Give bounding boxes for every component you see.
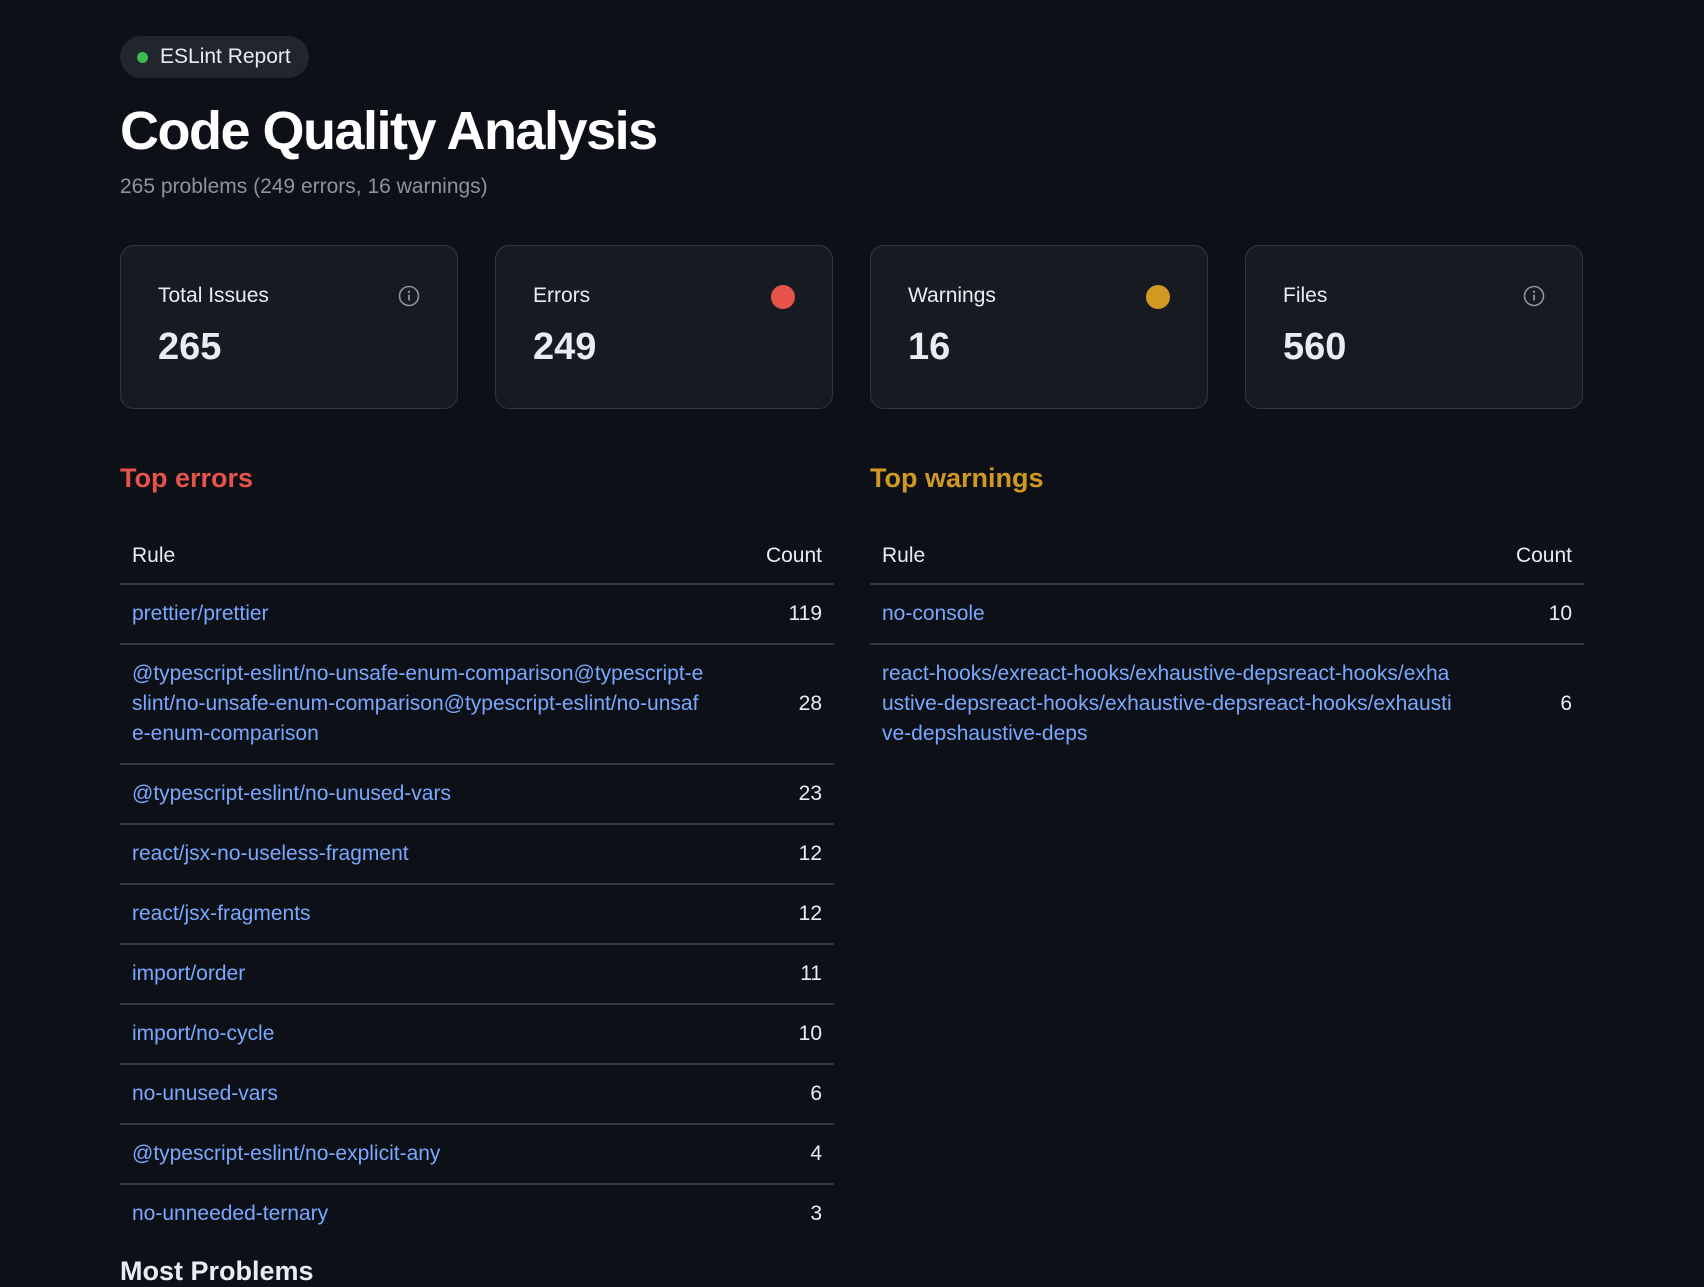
column-header-count: Count	[720, 525, 834, 586]
top-warnings-table: Rule Count no-console 10 react-hooks/exrea…	[870, 525, 1584, 763]
rule-link[interactable]: @typescript-eslint/no-unused-vars	[132, 782, 451, 805]
rule-cell: react/jsx-fragments	[120, 884, 720, 946]
rule-cell: @typescript-eslint/no-explicit-any	[120, 1124, 720, 1186]
rule-link[interactable]: import/order	[132, 962, 245, 985]
top-errors-section: Top errors Rule Count prettier/prettier 1…	[120, 463, 834, 1243]
rule-tables: Top errors Rule Count prettier/prettier 1…	[120, 463, 1584, 1243]
rule-link[interactable]: react-hooks/exreact-hooks/exhaustive-dep…	[882, 662, 1452, 745]
rule-link[interactable]: import/no-cycle	[132, 1022, 274, 1045]
rule-cell: import/no-cycle	[120, 1004, 720, 1066]
table-row: @typescript-eslint/no-explicit-any 4	[120, 1124, 834, 1186]
count-cell: 6	[720, 1064, 834, 1126]
count-cell: 11	[720, 944, 834, 1006]
rule-cell: no-unused-vars	[120, 1064, 720, 1126]
table-row: react/jsx-no-useless-fragment 12	[120, 824, 834, 886]
rule-cell: prettier/prettier	[120, 584, 720, 646]
card-value: 16	[908, 326, 951, 369]
card-label: Files	[1283, 284, 1328, 308]
rule-link[interactable]: prettier/prettier	[132, 602, 269, 625]
rule-cell: @typescript-eslint/no-unsafe-enum-compar…	[120, 644, 720, 766]
count-cell: 28	[720, 644, 834, 766]
column-header-rule: Rule	[870, 525, 1470, 586]
card-warnings: Warnings 16	[870, 245, 1208, 410]
card-label: Total Issues	[158, 284, 269, 308]
info-icon[interactable]	[398, 285, 420, 312]
report-badge-label: ESLint Report	[160, 45, 291, 68]
error-dot-icon	[771, 285, 795, 310]
table-row: react-hooks/exreact-hooks/exhaustive-dep…	[870, 644, 1584, 763]
card-errors: Errors 249	[495, 245, 833, 410]
rule-cell: react-hooks/exreact-hooks/exhaustive-dep…	[870, 644, 1470, 763]
top-warnings-section: Top warnings Rule Count no-console 10 reac…	[870, 463, 1584, 1243]
top-errors-title: Top errors	[120, 463, 254, 494]
summary-cards: Total Issues 265 Errors 249 Warnings 16	[120, 245, 1584, 410]
table-row: prettier/prettier 119	[120, 584, 834, 646]
table-row: import/no-cycle 10	[120, 1004, 834, 1066]
count-cell: 4	[720, 1124, 834, 1186]
count-cell: 119	[720, 584, 834, 646]
card-total-issues: Total Issues 265	[120, 245, 458, 410]
report-badge: ESLint Report	[120, 36, 309, 78]
count-cell: 10	[1470, 584, 1584, 646]
count-cell: 12	[720, 824, 834, 886]
report-container: ESLint Report Code Quality Analysis 265 …	[120, 36, 1584, 1243]
table-row: import/order 11	[120, 944, 834, 1006]
card-value: 560	[1283, 326, 1347, 369]
top-errors-table: Rule Count prettier/prettier 119 @typescri…	[120, 525, 834, 1243]
rule-cell: react/jsx-no-useless-fragment	[120, 824, 720, 886]
page-subtitle: 265 problems (249 errors, 16 warnings)	[120, 175, 488, 199]
card-files: Files 560	[1245, 245, 1583, 410]
card-label: Errors	[533, 284, 591, 308]
count-cell: 3	[810, 1202, 822, 1226]
rule-link[interactable]: react/jsx-fragments	[132, 902, 311, 925]
rule-link[interactable]: no-unused-vars	[132, 1082, 278, 1105]
table-header-row: Rule Count	[870, 525, 1584, 586]
count-cell: 12	[720, 884, 834, 946]
column-header-rule: Rule	[120, 525, 720, 586]
rule-link[interactable]: @typescript-eslint/no-unsafe-enum-compar…	[132, 662, 703, 745]
table-row: no-unneeded-ternary 3	[120, 1184, 834, 1243]
rule-link[interactable]: no-unneeded-ternary	[132, 1202, 328, 1225]
rule-link[interactable]: react/jsx-no-useless-fragment	[132, 842, 409, 865]
table-header-row: Rule Count	[120, 525, 834, 586]
page-title: Code Quality Analysis	[120, 101, 658, 161]
status-dot-icon	[137, 51, 148, 63]
table-row: react/jsx-fragments 12	[120, 884, 834, 946]
card-value: 265	[158, 326, 222, 369]
table-row: no-console 10	[870, 584, 1584, 646]
rule-cell: import/order	[120, 944, 720, 1006]
rule-cell: @typescript-eslint/no-unused-vars	[120, 764, 720, 826]
count-cell: 23	[720, 764, 834, 826]
warning-dot-icon	[1146, 285, 1170, 310]
rule-link[interactable]: no-console	[882, 602, 985, 625]
rule-link[interactable]: @typescript-eslint/no-explicit-any	[132, 1142, 440, 1165]
card-label: Warnings	[908, 284, 996, 308]
table-row: @typescript-eslint/no-unused-vars 23	[120, 764, 834, 826]
table-row: @typescript-eslint/no-unsafe-enum-compar…	[120, 644, 834, 766]
rule-cell: no-unneeded-ternary	[120, 1184, 720, 1243]
card-value: 249	[533, 326, 597, 369]
most-problems-heading: Most Problems	[120, 1256, 314, 1286]
info-icon[interactable]	[1523, 285, 1545, 312]
column-header-count: Count	[1470, 525, 1584, 586]
count-cell: 10	[720, 1004, 834, 1066]
report-page: ESLint Report Code Quality Analysis 265 …	[0, 0, 1704, 1286]
rule-cell: no-console	[870, 584, 1470, 646]
count-cell: 6	[1560, 692, 1572, 716]
top-warnings-title: Top warnings	[870, 463, 1044, 494]
table-row: no-unused-vars 6	[120, 1064, 834, 1126]
